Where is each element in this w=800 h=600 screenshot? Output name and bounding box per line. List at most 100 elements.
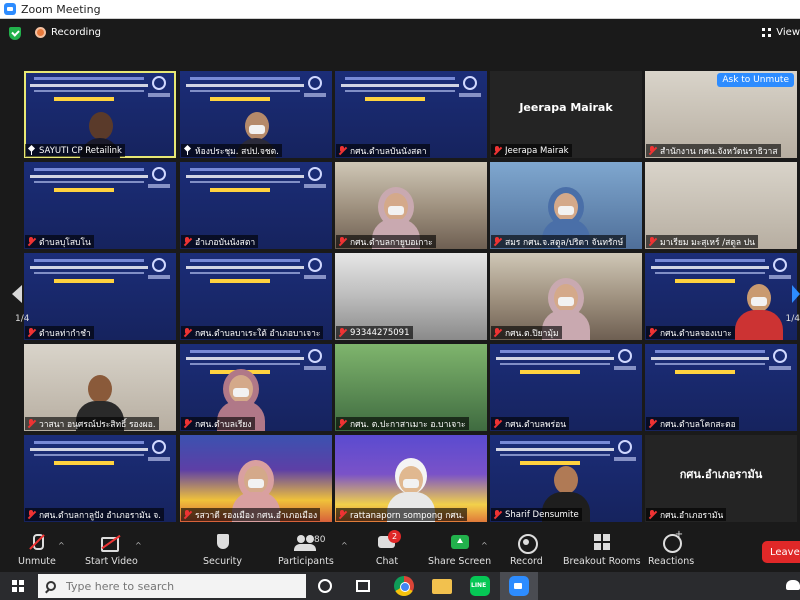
share-screen-button[interactable]: Share Screen <box>428 533 491 567</box>
video-tile[interactable]: กศน.ตำบลบาเระใต้ อำเภอบาเจาะ <box>180 253 332 340</box>
muted-mic-icon <box>648 328 657 337</box>
muted-mic-icon <box>183 419 192 428</box>
zoom-app-icon[interactable] <box>509 576 529 596</box>
participant-nametag: มาเรียม มะสุเหร์ /สตูล ปน <box>646 235 758 248</box>
video-tile[interactable]: กศน.ตำบลพร่อน <box>490 344 642 431</box>
cortana-icon[interactable] <box>318 579 332 593</box>
security-button[interactable]: Security <box>203 533 242 567</box>
leave-button[interactable]: Leave <box>762 541 800 563</box>
video-tile[interactable]: ตำบลท่ากำชำ <box>24 253 176 340</box>
video-tile[interactable]: ตำบลบุโสบโน <box>24 162 176 249</box>
page-indicator-left: 1/4 <box>15 314 30 324</box>
task-view-icon[interactable] <box>356 580 370 592</box>
video-tile[interactable]: Ask to Unmute สำนักงาน กศน.จังหวัดนราธิว… <box>645 71 797 158</box>
record-button[interactable]: Record <box>510 533 543 567</box>
gallery-view: SAYUTI CP Retailink ห้องประชุม. สปป.จชต.… <box>0 49 800 529</box>
video-tile[interactable]: SAYUTI CP Retailink <box>24 71 176 158</box>
meeting-controls-toolbar: Unmute ^ Start Video ^ Security Particip… <box>0 529 800 572</box>
share-options-chevron-icon[interactable]: ^ <box>481 541 488 550</box>
video-tile[interactable]: กศน.ตำบลบันนังสตา <box>335 71 487 158</box>
participant-nametag: Sharif Densumite <box>491 508 582 521</box>
windows-taskbar <box>0 572 800 600</box>
video-tile[interactable]: Sharif Densumite <box>490 435 642 522</box>
windows-start-icon[interactable] <box>12 580 24 592</box>
unmute-button[interactable]: Unmute <box>18 533 56 567</box>
muted-mic-icon <box>183 510 192 519</box>
pin-icon <box>27 146 36 155</box>
muted-microphone-icon <box>25 533 49 553</box>
video-tile[interactable]: กศน.ตำบลเรียง <box>180 344 332 431</box>
participants-options-chevron-icon[interactable]: ^ <box>341 541 348 550</box>
participant-nametag: กศน.ตำบลจองเบาะ <box>646 326 735 339</box>
participant-nametag: SAYUTI CP Retailink <box>25 144 125 157</box>
video-tile[interactable]: 93344275091 <box>335 253 487 340</box>
page-indicator-right: 1/4 <box>785 314 800 324</box>
muted-mic-icon <box>338 328 347 337</box>
muted-mic-icon <box>27 419 36 428</box>
window-title: Zoom Meeting <box>21 2 101 16</box>
start-video-button[interactable]: Start Video <box>85 533 138 567</box>
chat-bubble-icon: 2 <box>375 530 401 553</box>
muted-mic-icon <box>338 419 347 428</box>
reactions-button[interactable]: Reactions <box>648 529 694 567</box>
recording-dot-icon <box>35 27 46 38</box>
video-tile[interactable]: กศน.ตำบลจองเบาะ <box>645 253 797 340</box>
muted-mic-icon <box>183 328 192 337</box>
video-tile[interactable]: รสวาดี รองเมือง กศน.อำเภอเมือง <box>180 435 332 522</box>
meeting-topbar: Recording View <box>0 19 800 49</box>
video-tile[interactable]: กศน.ตำบลกายูบอเกาะ <box>335 162 487 249</box>
window-titlebar: Zoom Meeting <box>0 0 800 19</box>
video-off-icon <box>99 533 123 553</box>
video-tile[interactable]: กศน. ต.ปะกาสาเมาะ อ.บาเจาะ <box>335 344 487 431</box>
chrome-icon[interactable] <box>394 576 414 596</box>
video-tile[interactable]: กศน.ตำบลกาลูปัง อำเภอรามัน จ. <box>24 435 176 522</box>
participant-big-name: Jeerapa Mairak <box>519 101 613 114</box>
record-icon <box>514 533 539 554</box>
video-tile[interactable]: กศน.อำเภอรามัน กศน.อำเภอรามัน <box>645 435 797 522</box>
participant-nametag: กศน. ต.ปะกาสาเมาะ อ.บาเจาะ <box>336 417 469 430</box>
taskbar-search-box[interactable] <box>38 574 306 598</box>
participant-nametag: สมร กศน.จ.สตูล/ปริดา จันทรักษ์ <box>491 235 627 248</box>
video-options-chevron-icon[interactable]: ^ <box>135 541 142 550</box>
taskbar-search-input[interactable] <box>66 579 286 593</box>
muted-mic-icon <box>27 328 36 337</box>
participant-nametag: กศน.ตำบลกาลูปัง อำเภอรามัน จ. <box>25 508 164 521</box>
video-tile[interactable]: มาเรียม มะสุเหร์ /สตูล ปน <box>645 162 797 249</box>
participant-nametag: กศน.ต.ปิยามุ้ม <box>491 326 562 339</box>
shield-icon <box>211 533 235 553</box>
encryption-shield-icon[interactable] <box>9 27 21 40</box>
participant-nametag: 93344275091 <box>336 326 413 339</box>
recording-label: Recording <box>51 27 102 38</box>
video-tile[interactable]: กศน.ต.ปิยามุ้ม <box>490 253 642 340</box>
participant-nametag: วาสนา อนุศรณ์ประสิทธิ์ รองผอ. <box>25 417 159 430</box>
muted-mic-icon <box>648 146 657 155</box>
video-tile[interactable]: ห้องประชุม. สปป.จชต. <box>180 71 332 158</box>
recording-indicator[interactable]: Recording <box>35 27 101 38</box>
chat-unread-badge: 2 <box>388 530 401 543</box>
muted-mic-icon <box>493 419 502 428</box>
muted-mic-icon <box>493 146 502 155</box>
video-tile[interactable]: อำเภอบันนังสตา <box>180 162 332 249</box>
muted-mic-icon <box>338 146 347 155</box>
video-tile[interactable]: Jeerapa Mairak Jeerapa Mairak <box>490 71 642 158</box>
participant-big-name: กศน.อำเภอรามัน <box>679 468 763 481</box>
file-explorer-icon[interactable] <box>432 579 452 594</box>
ask-to-unmute-button[interactable]: Ask to Unmute <box>717 73 794 87</box>
participant-nametag: รสวาดี รองเมือง กศน.อำเภอเมือง <box>181 508 321 521</box>
participant-nametag: อำเภอบันนังสตา <box>181 235 259 248</box>
line-app-icon[interactable] <box>470 576 490 596</box>
weather-cloud-icon[interactable] <box>786 580 800 590</box>
previous-page-arrow-icon[interactable] <box>12 285 22 303</box>
video-tile[interactable]: rattanaporn sompong กศน. <box>335 435 487 522</box>
video-tile[interactable]: กศน.ตำบลโคกสะตอ <box>645 344 797 431</box>
participant-nametag: ห้องประชุม. สปป.จชต. <box>181 144 282 157</box>
breakout-rooms-button[interactable]: Breakout Rooms <box>563 533 641 567</box>
video-tile[interactable]: สมร กศน.จ.สตูล/ปริดา จันทรักษ์ <box>490 162 642 249</box>
muted-mic-icon <box>648 237 657 246</box>
chat-button[interactable]: 2 Chat <box>375 530 401 567</box>
view-button[interactable]: View <box>762 27 800 38</box>
audio-options-chevron-icon[interactable]: ^ <box>58 541 65 550</box>
video-tile[interactable]: วาสนา อนุศรณ์ประสิทธิ์ รองผอ. <box>24 344 176 431</box>
next-page-arrow-icon[interactable] <box>792 285 800 303</box>
participant-nametag: กศน.ตำบลโคกสะตอ <box>646 417 739 430</box>
